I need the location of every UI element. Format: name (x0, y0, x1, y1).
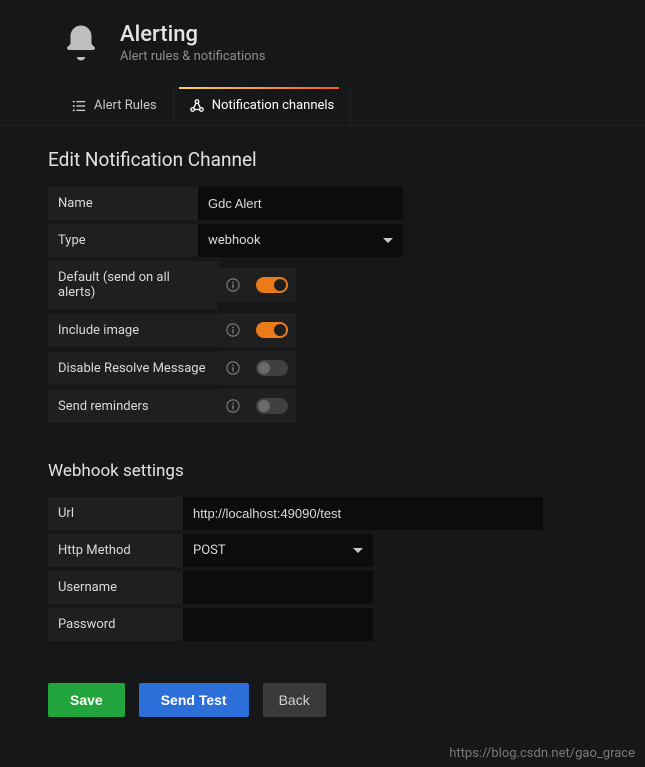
send-reminders-toggle[interactable] (256, 398, 288, 414)
name-label: Name (48, 187, 198, 220)
info-icon (226, 361, 240, 375)
default-label: Default (send on all alerts) (48, 261, 218, 309)
edit-channel-title: Edit Notification Channel (48, 148, 597, 171)
webhook-settings-title: Webhook settings (48, 461, 597, 481)
info-icon (226, 278, 240, 292)
send-reminders-label: Send reminders (48, 390, 218, 423)
http-method-label: Http Method (48, 534, 183, 567)
info-icon (226, 399, 240, 413)
button-row: Save Send Test Back (48, 683, 597, 717)
chevron-down-icon (353, 548, 363, 553)
include-image-label: Include image (48, 314, 218, 347)
include-image-toggle[interactable] (256, 322, 288, 338)
chevron-down-icon (383, 238, 393, 243)
default-toggle[interactable] (256, 277, 288, 293)
tab-notification-channels[interactable]: Notification channels (173, 88, 352, 125)
send-test-button[interactable]: Send Test (139, 683, 249, 717)
http-method-value: POST (193, 543, 226, 558)
list-icon (72, 99, 86, 113)
page-header: Alerting Alert rules & notifications (0, 0, 645, 64)
type-label: Type (48, 224, 198, 257)
password-label: Password (48, 608, 183, 641)
url-input[interactable] (183, 497, 543, 530)
http-method-select[interactable]: POST (183, 534, 373, 567)
tab-alert-rules-label: Alert Rules (94, 98, 157, 113)
back-button[interactable]: Back (263, 683, 326, 717)
page-subtitle: Alert rules & notifications (120, 49, 265, 64)
password-input[interactable] (183, 608, 373, 641)
tabs-bar: Alert Rules Notification channels (0, 88, 645, 126)
save-button[interactable]: Save (48, 683, 125, 717)
watermark-text: https://blog.csdn.net/gao_grace (449, 746, 635, 761)
username-input[interactable] (183, 571, 373, 604)
type-select-value: webhook (208, 233, 261, 248)
url-label: Url (48, 497, 183, 530)
username-label: Username (48, 571, 183, 604)
disable-resolve-toggle[interactable] (256, 360, 288, 376)
page-title: Alerting (120, 22, 265, 47)
type-select[interactable]: webhook (198, 224, 403, 257)
share-icon (190, 99, 204, 113)
name-input[interactable] (198, 187, 403, 220)
disable-resolve-label: Disable Resolve Message (48, 352, 218, 385)
info-icon (226, 323, 240, 337)
tab-channels-label: Notification channels (212, 98, 335, 113)
bell-icon (60, 22, 102, 64)
tab-alert-rules[interactable]: Alert Rules (56, 88, 173, 125)
